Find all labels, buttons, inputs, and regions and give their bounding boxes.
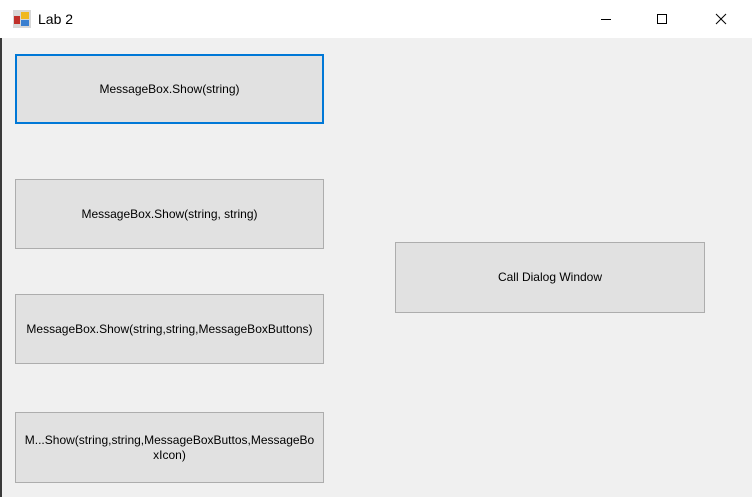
window-title: Lab 2 (38, 11, 74, 27)
messagebox-show-buttons-button[interactable]: MessageBox.Show(string,string,MessageBox… (15, 294, 324, 364)
close-button[interactable] (698, 0, 744, 38)
title-bar[interactable]: Lab 2 (0, 0, 752, 38)
call-dialog-window-button[interactable]: Call Dialog Window (395, 242, 705, 313)
app-icon (13, 10, 31, 28)
maximize-button[interactable] (639, 0, 685, 38)
messagebox-show-icon-button[interactable]: M...Show(string,string,MessageBoxButtos,… (15, 412, 324, 483)
minimize-button[interactable] (583, 0, 629, 38)
close-icon (715, 13, 727, 25)
desktop-edge (0, 38, 2, 497)
minimize-icon (601, 19, 611, 20)
messagebox-show-string-string-button[interactable]: MessageBox.Show(string, string) (15, 179, 324, 249)
messagebox-show-string-button[interactable]: MessageBox.Show(string) (15, 54, 324, 124)
maximize-icon (657, 14, 667, 24)
